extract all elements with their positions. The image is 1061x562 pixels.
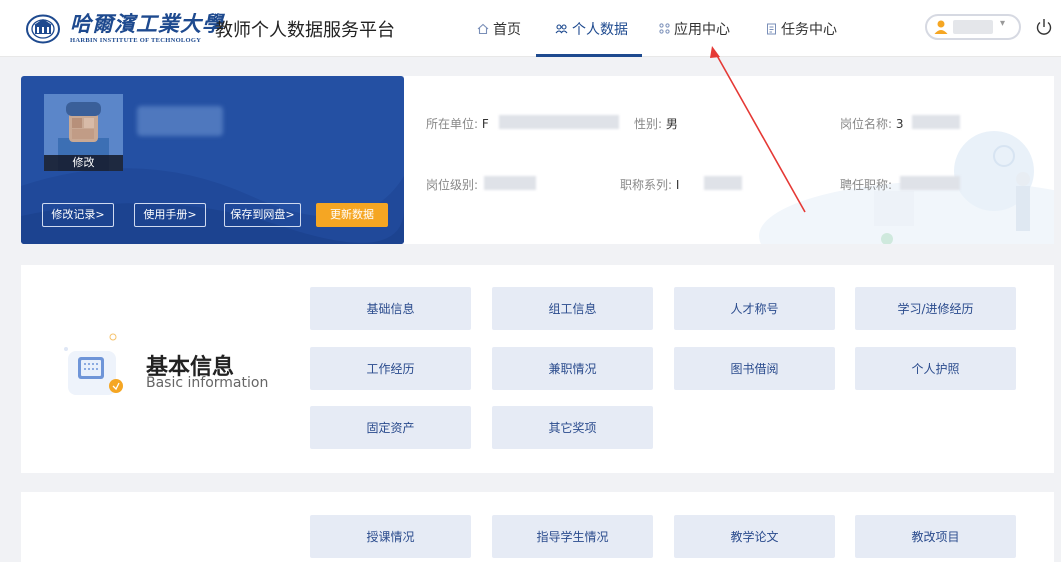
gender-field: 性别: 男 [634, 115, 678, 132]
person-data-icon [555, 23, 568, 33]
apps-grid-icon [659, 23, 670, 34]
nav-personal-data-label: 个人数据 [572, 21, 628, 38]
info-background-illustration [759, 131, 1054, 244]
tile-other-awards[interactable]: 其它奖项 [492, 406, 653, 449]
basic-info-subtitle: Basic information [146, 375, 269, 391]
user-manual-button[interactable]: 使用手册> [134, 203, 206, 227]
save-to-disk-button[interactable]: 保存到网盘> [224, 203, 301, 227]
nav-task-center-label: 任务中心 [781, 21, 837, 38]
tile-part-time[interactable]: 兼职情况 [492, 347, 653, 390]
tile-talent-title[interactable]: 人才称号 [674, 287, 835, 330]
gender-value: 男 [665, 117, 678, 131]
tile-teaching-papers[interactable]: 教学论文 [674, 515, 835, 558]
appointed-title-field: 聘任职称: [840, 176, 892, 193]
tile-fixed-assets[interactable]: 固定资产 [310, 406, 471, 449]
logout-power-icon[interactable] [1034, 17, 1054, 37]
tile-study-history[interactable]: 学习/进修经历 [855, 287, 1016, 330]
unit-value-prefix: F [481, 117, 489, 131]
edit-history-button[interactable]: 修改记录> [42, 203, 114, 227]
task-doc-icon [767, 23, 776, 34]
home-icon [477, 23, 489, 34]
profile-info-panel: 所在单位: F 性别: 男 岗位名称: 3 岗位级别: 职称系列: I 聘任职称… [404, 76, 1054, 244]
title-series-label: 职称系列: [620, 178, 673, 192]
update-data-button[interactable]: 更新数据 [316, 203, 388, 227]
logo-chinese-name: 哈爾濱工業大學 [70, 11, 224, 36]
post-name-value-prefix: 3 [895, 117, 904, 131]
platform-title: 教师个人数据服务平台 [215, 20, 395, 41]
nav-task-center[interactable]: 任务中心 [766, 0, 837, 57]
user-name-blurred [137, 106, 223, 136]
nav-active-indicator [536, 54, 642, 57]
basic-info-icon [64, 333, 123, 395]
appointed-title-label: 聘任职称: [840, 178, 893, 192]
logo-english-name: HARBIN INSTITUTE OF TECHNOLOGY [70, 37, 202, 44]
nav-home[interactable]: 首页 [477, 0, 521, 57]
edit-photo-button[interactable]: 修改 [44, 155, 123, 171]
post-level-redacted [484, 176, 536, 190]
title-series-field: 职称系列: I [620, 176, 679, 193]
nav-personal-data[interactable]: 个人数据 [555, 0, 628, 57]
unit-label-text: 所在单位: [426, 117, 479, 131]
user-name-redacted [953, 20, 993, 34]
tile-student-supervision[interactable]: 指导学生情况 [492, 515, 653, 558]
top-header: 哈爾濱工業大學 HARBIN INSTITUTE OF TECHNOLOGY 教… [0, 0, 1061, 57]
post-name-label: 岗位名称: [840, 117, 893, 131]
tile-work-history[interactable]: 工作经历 [310, 347, 471, 390]
unit-label: 所在单位: F [426, 115, 489, 132]
hit-emblem-icon [26, 14, 60, 44]
post-name-field: 岗位名称: 3 [840, 115, 904, 132]
user-avatar-icon [934, 20, 948, 34]
unit-value-redacted [499, 115, 619, 129]
nav-app-center[interactable]: 应用中心 [659, 0, 730, 57]
tile-teaching-reform[interactable]: 教改项目 [855, 515, 1016, 558]
gender-label: 性别: [634, 117, 663, 131]
nav-app-center-label: 应用中心 [674, 21, 730, 38]
chevron-down-icon: ▾ [1000, 18, 1006, 29]
tile-basic-info[interactable]: 基础信息 [310, 287, 471, 330]
appointed-title-redacted [900, 176, 960, 190]
tile-courses-taught[interactable]: 授课情况 [310, 515, 471, 558]
title-series-value-prefix: I [675, 178, 680, 192]
post-level-field: 岗位级别: [426, 176, 478, 193]
post-name-redacted [912, 115, 960, 129]
tile-library-loans[interactable]: 图书借阅 [674, 347, 835, 390]
tile-org-info[interactable]: 组工信息 [492, 287, 653, 330]
user-menu[interactable]: ▾ [925, 14, 1021, 40]
nav-home-label: 首页 [493, 21, 521, 38]
post-level-label: 岗位级别: [426, 178, 479, 192]
hit-logo[interactable]: 哈爾濱工業大學 HARBIN INSTITUTE OF TECHNOLOGY [70, 11, 224, 47]
tile-passport[interactable]: 个人护照 [855, 347, 1016, 390]
title-series-redacted [704, 176, 742, 190]
profile-card: 修改 修改记录> 使用手册> 保存到网盘> 更新数据 [21, 76, 404, 244]
